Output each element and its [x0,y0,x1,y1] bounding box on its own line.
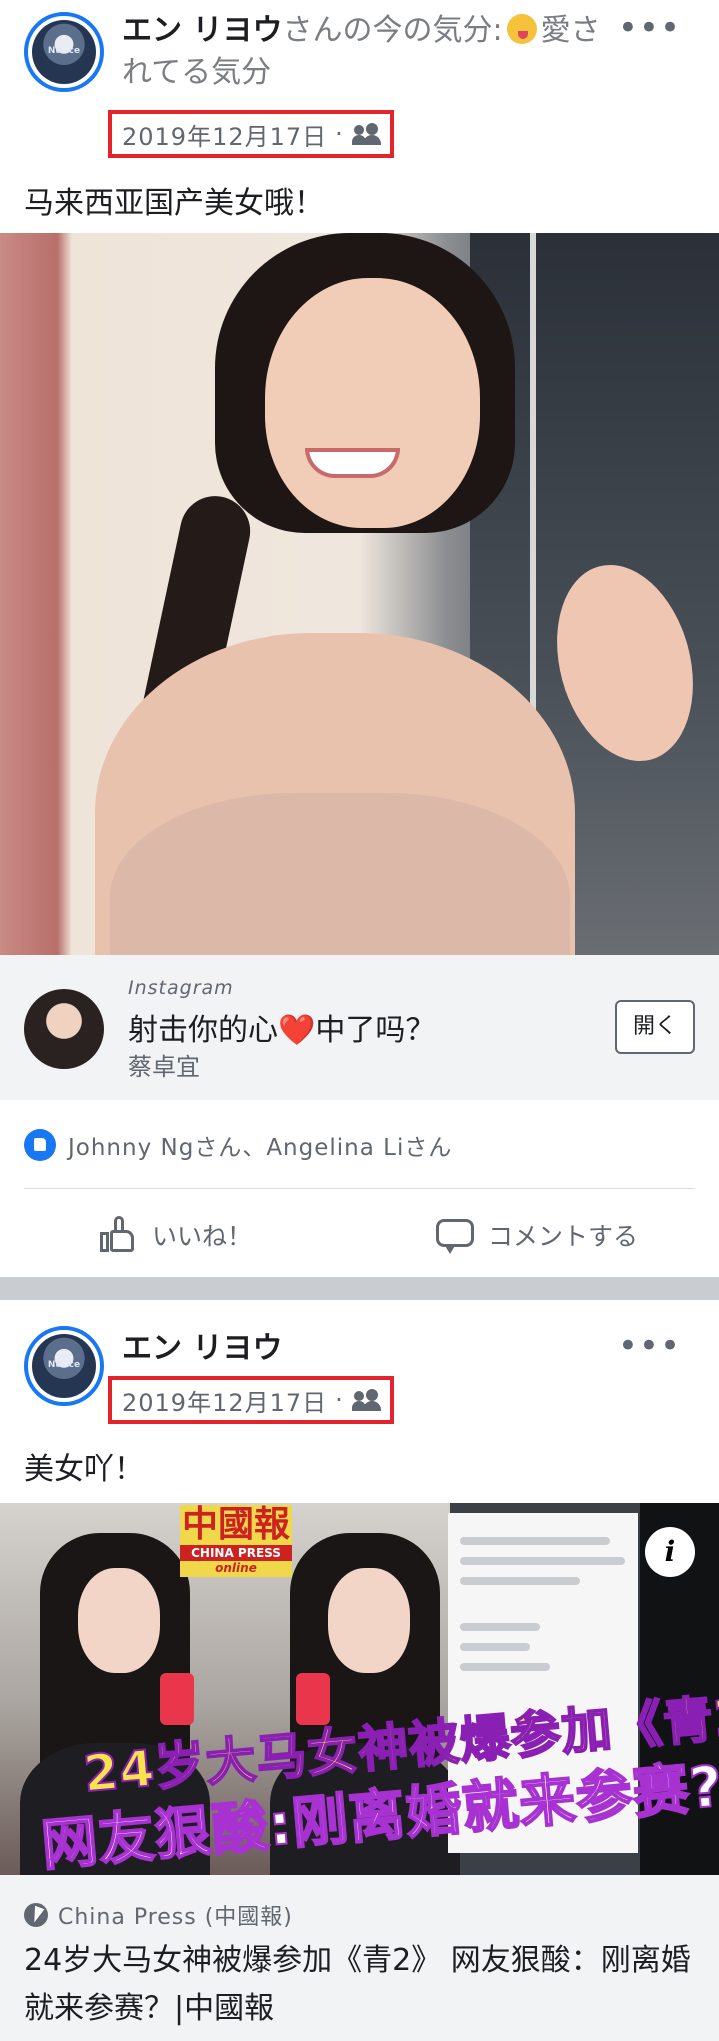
reactions-summary[interactable]: Johnny Ngさん、Angelina Liさん [24,1128,452,1162]
heart-emoji: ❤️ [278,1013,316,1048]
link-preview-image[interactable]: 中國報 CHINA PRESS online 24岁大马女神被爆参加《青2》 网… [0,1503,719,1875]
instagram-link-card[interactable]: Instagram 射击你的心❤️中了吗？ 蔡卓宜 開く [0,955,719,1100]
link-title: 射击你的心❤️中了吗？ [128,1013,436,1048]
author-avatar[interactable]: Nu..ce [24,12,104,92]
like-button[interactable]: いいね！ [100,1210,252,1260]
dot-separator: · [335,120,344,148]
info-button[interactable]: i [645,1527,695,1577]
dot-separator: · [335,1386,344,1414]
likes-text: Johnny Ngさん、Angelina Liさん [68,1135,453,1161]
divider [24,1188,695,1189]
comment-label: コメントする [488,1222,639,1251]
post-caption: 美女吖！ [24,1452,144,1487]
instant-article-bolt-icon [24,1903,48,1927]
more-options-button[interactable]: ••• [618,11,681,45]
date-highlight-box: 2019年12月17日 · [108,1376,394,1424]
link-title: 24岁大马女神被爆参加《青2》 网友狠酸：刚离婚就来参赛？|中國報 [24,1943,691,2026]
instagram-avatar [24,989,104,1069]
author-name[interactable]: エン リヨウ [122,1331,282,1366]
feed-separator [0,1277,719,1300]
post-date[interactable]: 2019年12月17日 [122,117,327,152]
like-reaction-icon [24,1129,56,1161]
link-source: Instagram [128,977,234,999]
author-avatar[interactable]: Nu..ce [24,1326,104,1406]
post-header: エン リヨウさんの今の気分: 愛されてる気分 [122,10,602,94]
thumbs-up-icon [100,1216,138,1254]
china-press-logo: 中國報 CHINA PRESS online [180,1504,292,1577]
author-name[interactable]: エン リヨウ [122,13,282,48]
post-header: エン リヨウ [122,1328,602,1370]
post-caption: 马来西亚国产美女哦！ [24,186,324,221]
link-source: China Press (中國報) [24,1899,293,1931]
post-date[interactable]: 2019年12月17日 [122,1383,327,1418]
comment-icon [436,1217,474,1254]
china-press-link-card[interactable]: China Press (中國報) 24岁大马女神被爆参加《青2》 网友狠酸：刚… [0,1875,719,2041]
feeling-emoji-icon [506,14,537,44]
open-button[interactable]: 開く [615,1000,695,1054]
friends-icon [351,1389,381,1411]
friends-icon [351,123,381,145]
comment-button[interactable]: コメントする [436,1210,638,1260]
link-author: 蔡卓宜 [128,1053,200,1081]
feeling-text: さんの今の気分: [282,13,503,48]
post-video-thumbnail[interactable] [0,233,719,955]
like-label: いいね！ [152,1222,253,1251]
more-options-button[interactable]: ••• [618,1329,681,1363]
date-highlight-box: 2019年12月17日 · [108,110,394,158]
post-1: Nu..ce エン リヨウさんの今の気分: 愛されてる気分 ••• 2019年12… [0,0,719,1277]
